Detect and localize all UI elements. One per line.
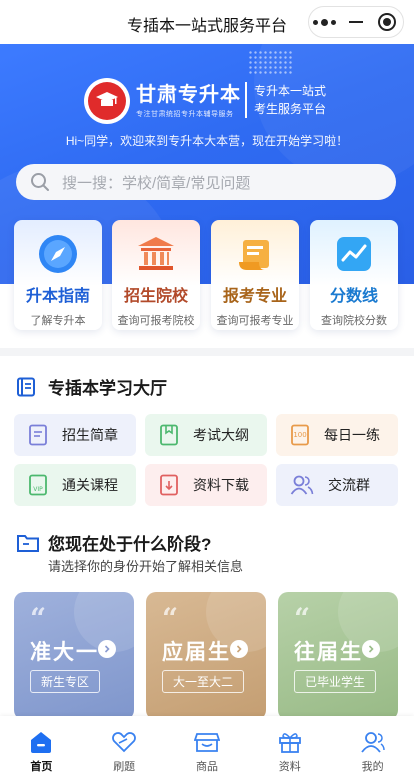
study-item-daily[interactable]: 100 每日一练 xyxy=(276,414,398,456)
stage-name: 往届生 xyxy=(294,641,363,664)
stage-card-graduate[interactable]: “ 往届生 已毕业学生 xyxy=(278,592,398,720)
brand-tagline: 专升本一站式 考生服务平台 xyxy=(254,82,326,118)
section-divider xyxy=(0,348,414,356)
svg-text:VIP: VIP xyxy=(33,486,43,493)
tab-label: 商品 xyxy=(195,761,218,773)
stage-name: 准大一 xyxy=(30,641,99,664)
brand-block: 甘肃专升本 专注甘肃统招专升本辅导服务 xyxy=(136,78,241,119)
app-page: 专插本一站式服务平台 甘肃专升本 专注甘肃统招专升本辅导服务 专升本一站式 考生… xyxy=(0,0,414,780)
target-icon xyxy=(378,13,397,31)
chevron-right-icon xyxy=(362,640,380,658)
folder-icon xyxy=(17,534,39,552)
school-building-icon xyxy=(138,237,174,270)
card-schools[interactable]: 招生院校 查询可报考院校 xyxy=(112,220,200,330)
compass-icon xyxy=(39,235,77,273)
book-icon xyxy=(160,424,178,446)
card-title: 报考专业 xyxy=(222,288,287,305)
practice-icon: 100 xyxy=(291,424,309,446)
graduation-cap-icon xyxy=(96,92,118,106)
brand-name: 甘肃专升本 xyxy=(136,84,241,106)
card-subtitle: 查询院校分数 xyxy=(321,315,387,327)
search-input[interactable]: 搜一搜：学校/简章/常见问题 xyxy=(16,164,396,200)
section-title: 专插本学习大厅 xyxy=(48,379,167,398)
download-doc-icon xyxy=(160,474,178,496)
card-guide[interactable]: 升本指南 了解专升本 xyxy=(14,220,102,330)
quote-icon: “ xyxy=(294,602,311,635)
stage-tag: 已毕业学生 xyxy=(294,670,377,693)
study-item-label: 考试大纲 xyxy=(193,427,249,443)
practice-heart-icon xyxy=(112,732,137,753)
brand-tagline-line1: 专升本一站式 xyxy=(254,84,327,98)
card-title: 升本指南 xyxy=(25,288,90,305)
feature-cards: 升本指南 了解专升本 招生院校 查询可报考院校 报考专业 查询可报考专业 分数线… xyxy=(0,220,414,332)
section-title: 您现在处于什么阶段? xyxy=(48,535,212,554)
tab-profile[interactable]: 我的 xyxy=(331,716,414,780)
study-item-label: 每日一练 xyxy=(324,427,380,443)
group-icon xyxy=(290,475,314,495)
trend-chart-icon xyxy=(337,237,371,271)
search-placeholder: 搜一搜：学校/简章/常见问题 xyxy=(62,174,251,192)
tab-label: 刷题 xyxy=(113,761,136,773)
card-subtitle: 查询可报考专业 xyxy=(216,315,294,327)
study-hall-header: 专插本学习大厅 xyxy=(16,374,167,399)
stage-name: 应届生 xyxy=(162,641,231,664)
profile-icon xyxy=(360,732,385,753)
scroll-icon xyxy=(239,240,269,270)
chevron-right-icon xyxy=(230,640,248,658)
stage-subtitle: 请选择你的身份开始了解相关信息 xyxy=(48,559,244,574)
more-dots-icon xyxy=(313,18,337,26)
card-subtitle: 查询可报考院校 xyxy=(117,315,195,327)
tab-label: 我的 xyxy=(361,761,384,773)
brand-divider xyxy=(245,82,247,118)
gift-icon xyxy=(278,733,301,753)
card-title: 分数线 xyxy=(329,288,378,305)
brand-tagline-line2: 考生服务平台 xyxy=(254,102,327,116)
tab-shop[interactable]: 商品 xyxy=(166,716,249,780)
search-icon xyxy=(31,173,49,191)
tab-label: 资料 xyxy=(278,761,301,773)
close-program-button[interactable] xyxy=(372,7,403,37)
card-scores[interactable]: 分数线 查询院校分数 xyxy=(310,220,398,330)
study-item-group[interactable]: 交流群 xyxy=(276,464,398,506)
tab-materials[interactable]: 资料 xyxy=(248,716,331,780)
svg-text:100: 100 xyxy=(293,431,306,439)
study-item-download[interactable]: 资料下载 xyxy=(145,464,267,506)
study-item-syllabus[interactable]: 考试大纲 xyxy=(145,414,267,456)
welcome-text: Hi~同学，欢迎来到专升本大本营，现在开始学习啦！ xyxy=(65,134,349,148)
tab-label: 首页 xyxy=(30,761,53,773)
minus-icon xyxy=(348,21,363,23)
shop-icon xyxy=(193,733,220,752)
home-icon xyxy=(31,732,52,753)
vip-course-icon: VIP xyxy=(29,474,47,496)
card-subtitle: 了解专升本 xyxy=(30,315,86,327)
study-item-brochure[interactable]: 招生简章 xyxy=(14,414,136,456)
brand-logo xyxy=(84,78,130,124)
tab-home[interactable]: 首页 xyxy=(0,716,83,780)
minimize-button[interactable] xyxy=(340,7,371,37)
study-item-label: 交流群 xyxy=(328,477,370,493)
stage-card-freshman[interactable]: “ 准大一 新生专区 xyxy=(14,592,134,720)
study-item-course[interactable]: VIP 通关课程 xyxy=(14,464,136,506)
stage-card-current[interactable]: “ 应届生 大一至大二 xyxy=(146,592,266,720)
stage-tag: 新生专区 xyxy=(30,670,101,693)
study-item-label: 通关课程 xyxy=(62,477,118,493)
chevron-right-icon xyxy=(98,640,116,658)
dot-grid-decoration xyxy=(248,50,292,76)
bottom-tab-bar: 首页 刷题 商品 资料 我的 xyxy=(0,716,414,780)
notebook-icon xyxy=(17,377,35,396)
mini-program-capsule xyxy=(308,6,404,38)
quote-icon: “ xyxy=(162,602,179,635)
more-menu-button[interactable] xyxy=(309,7,340,37)
brand-slogan: 专注甘肃统招专升本辅导服务 xyxy=(136,111,234,118)
card-majors[interactable]: 报考专业 查询可报考专业 xyxy=(211,220,299,330)
stage-header: 您现在处于什么阶段? xyxy=(16,530,211,555)
tab-practice[interactable]: 刷题 xyxy=(83,716,166,780)
card-title: 招生院校 xyxy=(123,288,188,305)
quote-icon: “ xyxy=(30,602,47,635)
study-item-label: 招生简章 xyxy=(62,427,118,443)
study-item-label: 资料下载 xyxy=(193,477,249,493)
brochure-icon xyxy=(29,424,47,446)
top-nav-bar: 专插本一站式服务平台 xyxy=(0,0,414,44)
stage-tag: 大一至大二 xyxy=(162,670,245,693)
